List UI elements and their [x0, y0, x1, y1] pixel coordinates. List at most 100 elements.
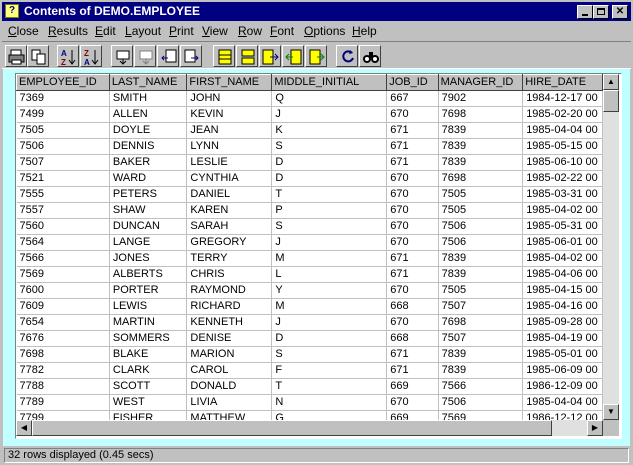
table-cell[interactable]: 1985-03-31 00 [522, 186, 603, 203]
table-cell[interactable]: LYNN [186, 138, 273, 155]
table-cell[interactable]: 671 [386, 266, 439, 283]
table-row[interactable]: 7507 BAKER LESLIE D 671 7839 1985-06-10 00 [16, 154, 603, 171]
table-cell[interactable]: D [271, 330, 388, 347]
table-row[interactable]: 7505 DOYLE JEAN K 671 7839 1985-04-04 00 [16, 122, 603, 139]
table-row[interactable]: 7566 JONES TERRY M 671 7839 1985-04-02 00 [16, 250, 603, 267]
first-record-button[interactable] [157, 45, 179, 67]
split-rows-button[interactable] [236, 45, 258, 67]
menu-row[interactable]: Row [238, 24, 262, 38]
table-cell[interactable]: 1985-04-06 00 [522, 266, 603, 283]
table-cell[interactable]: D [271, 154, 388, 171]
scroll-down-button[interactable]: ▼ [603, 404, 619, 420]
table-cell[interactable]: 7698 [438, 106, 524, 123]
scroll-left-button[interactable]: ◀ [16, 420, 32, 436]
table-cell[interactable]: 7507 [438, 330, 524, 347]
table-cell[interactable]: 671 [386, 362, 439, 379]
table-cell[interactable]: L [271, 266, 388, 283]
table-row[interactable]: 7676 SOMMERS DENISE D 668 7507 1985-04-19 00 [16, 330, 603, 347]
table-cell[interactable]: SARAH [186, 218, 273, 235]
table-cell[interactable]: J [271, 234, 388, 251]
table-cell[interactable]: CHRIS [186, 266, 273, 283]
table-cell[interactable]: CLARK [109, 362, 188, 379]
table-row[interactable]: 7564 LANGE GREGORY J 670 7506 1985-06-01 00 [16, 234, 603, 251]
table-cell[interactable]: 7782 [16, 362, 110, 379]
table-cell[interactable]: 1986-12-09 00 [522, 378, 603, 395]
table-cell[interactable]: Q [271, 90, 388, 107]
table-cell[interactable]: 7507 [438, 298, 524, 315]
table-cell[interactable]: J [271, 314, 388, 331]
menu-options[interactable]: Options [304, 24, 345, 38]
table-cell[interactable]: LESLIE [186, 154, 273, 171]
table-cell[interactable]: JEAN [186, 122, 273, 139]
column-header-hire-date[interactable]: HIRE_DATE [522, 74, 603, 91]
table-cell[interactable]: 670 [386, 202, 439, 219]
table-cell[interactable]: P [271, 202, 388, 219]
table-row[interactable]: 7499 ALLEN KEVIN J 670 7698 1985-02-20 00 [16, 106, 603, 123]
table-cell[interactable]: 7569 [438, 410, 524, 420]
table-cell[interactable]: 1985-04-16 00 [522, 298, 603, 315]
menu-font[interactable]: Font [270, 24, 294, 38]
table-cell[interactable]: MARTIN [109, 314, 188, 331]
table-cell[interactable]: 7560 [16, 218, 110, 235]
table-cell[interactable]: FISHER [109, 410, 188, 420]
table-cell[interactable]: 7555 [16, 186, 110, 203]
table-cell[interactable]: 671 [386, 154, 439, 171]
table-row[interactable]: 7555 PETERS DANIEL T 670 7505 1985-03-31 00 [16, 186, 603, 203]
table-cell[interactable]: N [271, 394, 388, 411]
align-rows-button[interactable] [213, 45, 235, 67]
table-cell[interactable]: M [271, 250, 388, 267]
table-cell[interactable]: T [271, 186, 388, 203]
table-cell[interactable]: BAKER [109, 154, 188, 171]
horizontal-scroll-thumb[interactable] [32, 420, 552, 436]
table-cell[interactable]: 7839 [438, 138, 524, 155]
table-cell[interactable]: 671 [386, 122, 439, 139]
table-row[interactable]: 7560 DUNCAN SARAH S 670 7506 1985-05-31 00 [16, 218, 603, 235]
scroll-up-button[interactable]: ▲ [603, 74, 619, 90]
table-cell[interactable]: 668 [386, 298, 439, 315]
table-cell[interactable]: S [271, 218, 388, 235]
table-cell[interactable]: 7369 [16, 90, 110, 107]
table-cell[interactable]: 7609 [16, 298, 110, 315]
table-cell[interactable]: 1985-04-02 00 [522, 202, 603, 219]
table-cell[interactable]: S [271, 346, 388, 363]
table-cell[interactable]: ALBERTS [109, 266, 188, 283]
table-cell[interactable]: M [271, 298, 388, 315]
table-row[interactable]: 7799 FISHER MATTHEW G 669 7569 1986-12-12 00 [16, 410, 603, 420]
column-header-last-name[interactable]: LAST_NAME [108, 74, 188, 91]
table-cell[interactable]: 1985-04-04 00 [522, 122, 603, 139]
table-cell[interactable]: JOHN [186, 90, 273, 107]
table-cell[interactable]: G [271, 410, 388, 420]
table-cell[interactable]: 7505 [438, 186, 524, 203]
outdent-button[interactable] [305, 45, 327, 67]
table-cell[interactable]: CAROL [186, 362, 273, 379]
delete-row-button[interactable] [134, 45, 156, 67]
menu-layout[interactable]: Layout [125, 24, 161, 38]
table-cell[interactable]: 669 [386, 410, 439, 420]
copy-button[interactable] [27, 45, 49, 67]
sort-ascending-button[interactable]: AZ [57, 45, 79, 67]
table-cell[interactable]: ALLEN [109, 106, 188, 123]
table-cell[interactable]: WEST [109, 394, 188, 411]
table-cell[interactable]: 7557 [16, 202, 110, 219]
refresh-button[interactable] [336, 45, 358, 67]
table-row[interactable]: 7369 SMITH JOHN Q 667 7902 1984-12-17 00 [16, 90, 603, 107]
column-header-manager-id[interactable]: MANAGER_ID [437, 74, 524, 91]
table-cell[interactable]: SOMMERS [109, 330, 188, 347]
table-cell[interactable]: 670 [386, 394, 439, 411]
table-cell[interactable]: 1985-04-04 00 [522, 394, 603, 411]
scroll-right-button[interactable]: ▶ [587, 420, 603, 436]
table-cell[interactable]: 7521 [16, 170, 110, 187]
table-cell[interactable]: 668 [386, 330, 439, 347]
table-cell[interactable]: 1984-12-17 00 [522, 90, 603, 107]
table-cell[interactable]: T [271, 378, 388, 395]
table-cell[interactable]: 7839 [438, 362, 524, 379]
table-cell[interactable]: 1985-06-10 00 [522, 154, 603, 171]
table-cell[interactable]: 1985-05-01 00 [522, 346, 603, 363]
table-cell[interactable]: D [271, 170, 388, 187]
table-cell[interactable]: 7505 [16, 122, 110, 139]
table-cell[interactable]: KEVIN [186, 106, 273, 123]
table-cell[interactable]: MATTHEW [186, 410, 273, 420]
table-cell[interactable]: 670 [386, 186, 439, 203]
print-button[interactable] [5, 45, 27, 67]
table-cell[interactable]: 670 [386, 314, 439, 331]
